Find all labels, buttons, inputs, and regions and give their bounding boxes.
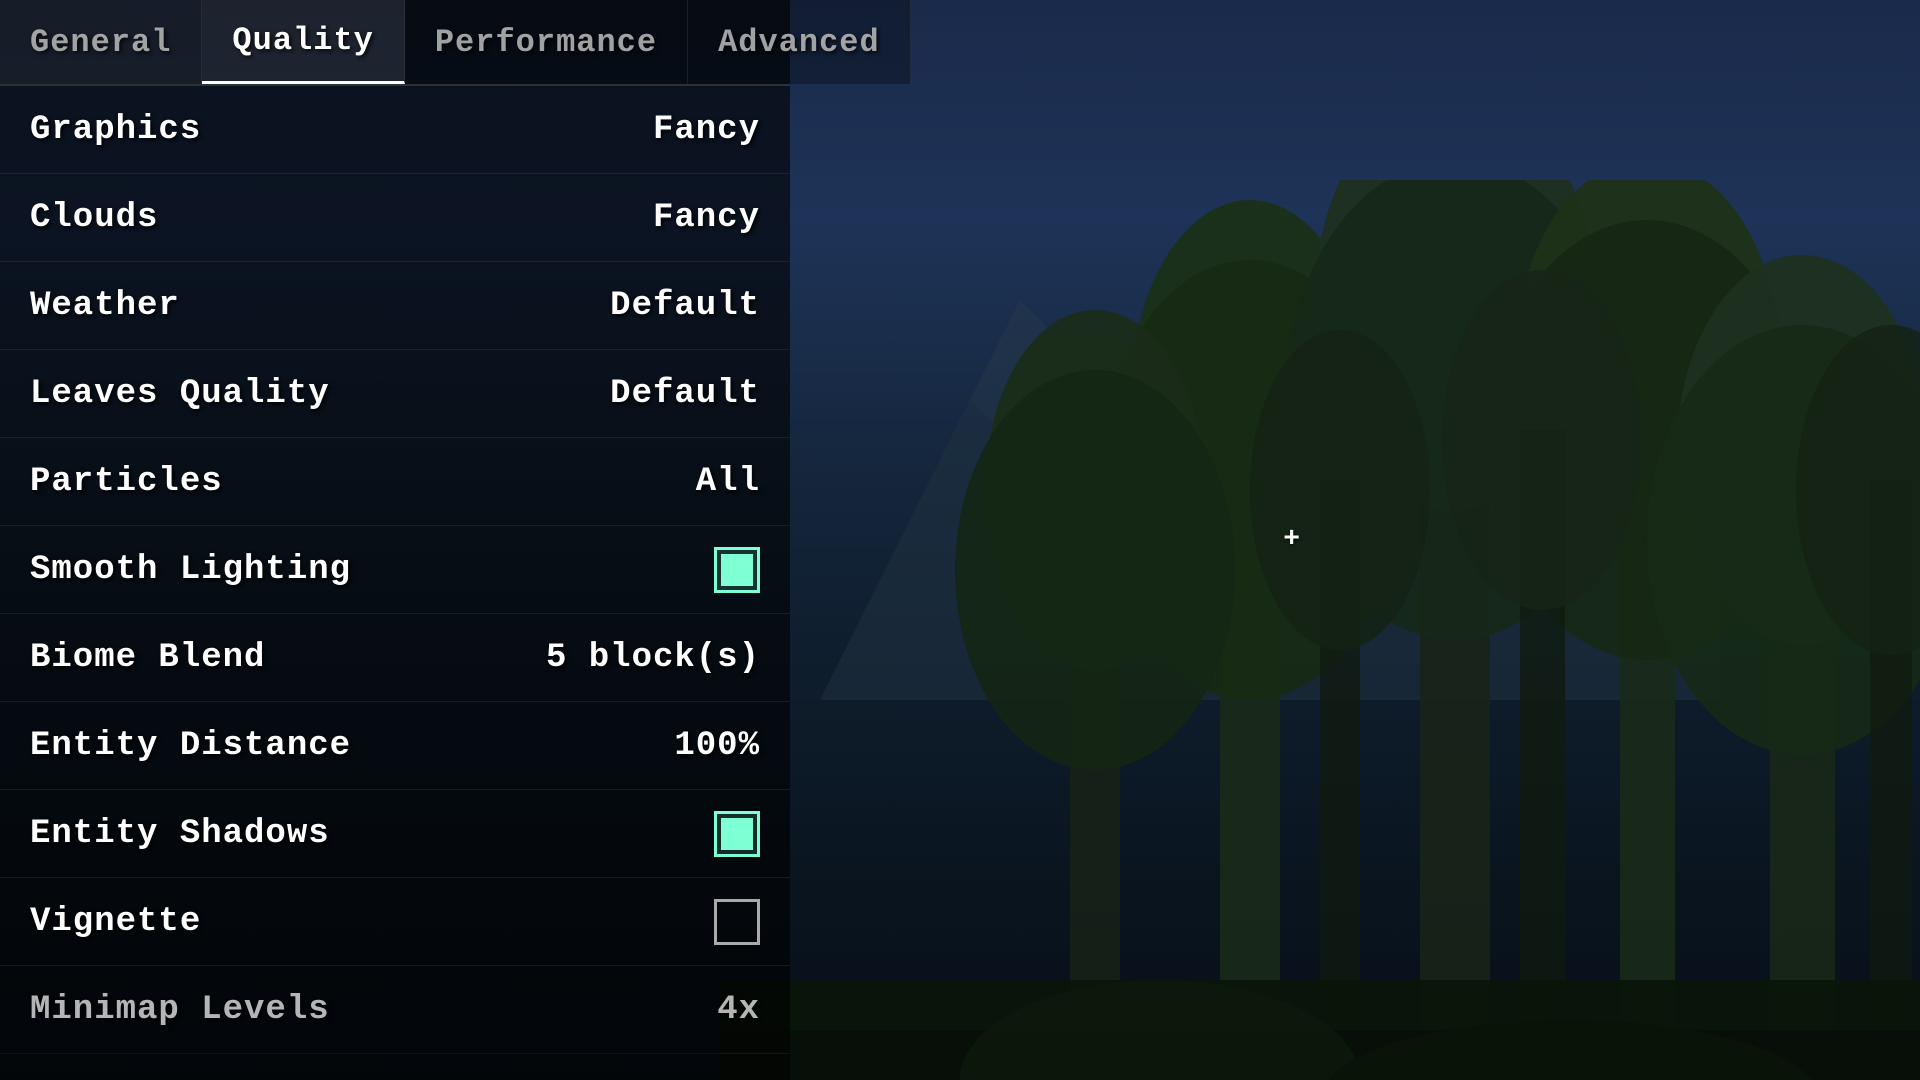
setting-particles[interactable]: Particles All <box>0 438 790 526</box>
setting-biome-blend[interactable]: Biome Blend 5 block(s) <box>0 614 790 702</box>
smooth-lighting-checkbox[interactable] <box>714 547 760 593</box>
tab-quality[interactable]: Quality <box>202 0 404 84</box>
entity-distance-label: Entity Distance <box>30 727 351 765</box>
vignette-checkbox[interactable] <box>714 899 760 945</box>
vignette-label: Vignette <box>30 903 201 941</box>
setting-minimap-levels[interactable]: Minimap Levels 4x <box>0 966 790 1054</box>
entity-shadows-label: Entity Shadows <box>30 815 330 853</box>
crosshair: + <box>1283 526 1300 554</box>
graphics-value: Fancy <box>653 111 760 149</box>
biome-blend-value: 5 block(s) <box>546 639 760 677</box>
setting-entity-shadows[interactable]: Entity Shadows <box>0 790 790 878</box>
weather-value: Default <box>610 287 760 325</box>
leaves-quality-value: Default <box>610 375 760 413</box>
entity-shadows-checkbox[interactable] <box>714 811 760 857</box>
tab-performance[interactable]: Performance <box>405 0 688 84</box>
setting-leaves-quality[interactable]: Leaves Quality Default <box>0 350 790 438</box>
minimap-levels-label: Minimap Levels <box>30 991 330 1029</box>
smooth-lighting-label: Smooth Lighting <box>30 551 351 589</box>
entity-shadows-checkbox-fill <box>721 818 753 850</box>
smooth-lighting-checkbox-fill <box>721 554 753 586</box>
particles-label: Particles <box>30 463 223 501</box>
setting-clouds[interactable]: Clouds Fancy <box>0 174 790 262</box>
tab-advanced[interactable]: Advanced <box>688 0 911 84</box>
particles-value: All <box>696 463 760 501</box>
setting-graphics[interactable]: Graphics Fancy <box>0 86 790 174</box>
leaves-quality-label: Leaves Quality <box>30 375 330 413</box>
tree-background <box>720 0 1920 1080</box>
setting-weather[interactable]: Weather Default <box>0 262 790 350</box>
settings-panel: General Quality Performance Advanced Gra… <box>0 0 790 1080</box>
settings-list: Graphics Fancy Clouds Fancy Weather Defa… <box>0 86 790 1054</box>
setting-vignette[interactable]: Vignette <box>0 878 790 966</box>
biome-blend-label: Biome Blend <box>30 639 265 677</box>
weather-label: Weather <box>30 287 180 325</box>
graphics-label: Graphics <box>30 111 201 149</box>
minimap-levels-value: 4x <box>717 991 760 1029</box>
setting-smooth-lighting[interactable]: Smooth Lighting <box>0 526 790 614</box>
clouds-label: Clouds <box>30 199 158 237</box>
tab-general[interactable]: General <box>0 0 202 84</box>
setting-entity-distance[interactable]: Entity Distance 100% <box>0 702 790 790</box>
entity-distance-value: 100% <box>674 727 760 765</box>
tabs-container: General Quality Performance Advanced <box>0 0 790 86</box>
clouds-value: Fancy <box>653 199 760 237</box>
